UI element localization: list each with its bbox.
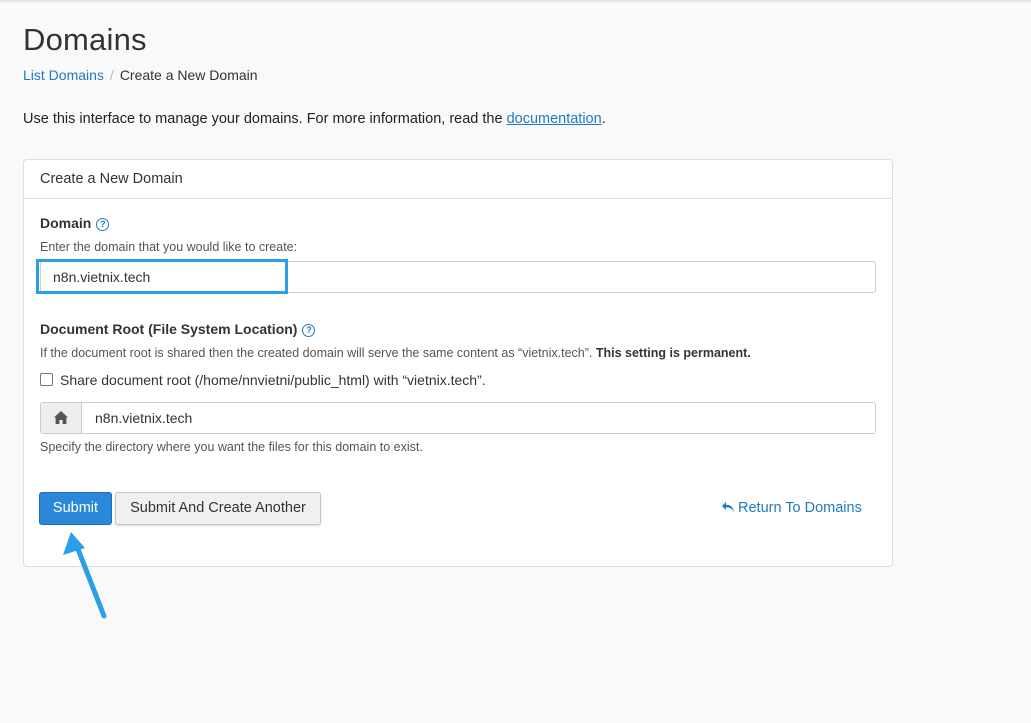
- breadcrumb: List Domains / Create a New Domain: [23, 67, 258, 83]
- top-border: [0, 0, 1031, 2]
- share-docroot-row[interactable]: Share document root (/home/nnvietni/publ…: [40, 372, 486, 388]
- intro-text-body: Use this interface to manage your domain…: [23, 111, 507, 127]
- document-root-hint-text: If the document root is shared then the …: [40, 346, 593, 360]
- domain-label-text: Domain: [40, 215, 92, 231]
- share-docroot-checkbox[interactable]: [40, 373, 53, 386]
- documentation-link[interactable]: documentation: [507, 111, 602, 127]
- create-domain-panel: Create a New Domain Domain? Enter the do…: [23, 159, 893, 567]
- document-root-hint: If the document root is shared then the …: [40, 346, 751, 360]
- panel-title: Create a New Domain: [24, 160, 892, 199]
- breadcrumb-current: Create a New Domain: [119, 67, 258, 83]
- page-title: Domains: [23, 22, 147, 57]
- permanent-setting-note: This setting is permanent.: [595, 346, 751, 360]
- return-to-domains-label: Return To Domains: [738, 500, 862, 516]
- home-icon: [54, 411, 68, 424]
- document-root-label: Document Root (File System Location)?: [40, 321, 316, 337]
- breadcrumb-separator: /: [109, 67, 114, 83]
- question-circle-icon[interactable]: ?: [302, 324, 316, 337]
- breadcrumb-list-domains-link[interactable]: List Domains: [23, 67, 104, 83]
- document-root-input[interactable]: n8n.vietnix.tech: [95, 403, 192, 433]
- question-circle-icon[interactable]: ?: [96, 218, 110, 231]
- intro-text: Use this interface to manage your domain…: [23, 111, 606, 127]
- domain-hint: Enter the domain that you would like to …: [40, 240, 298, 254]
- intro-suffix: .: [601, 111, 606, 127]
- reply-icon: [722, 502, 734, 512]
- domain-label: Domain?: [40, 215, 110, 231]
- document-root-label-text: Document Root (File System Location): [40, 321, 298, 337]
- document-root-input-group[interactable]: n8n.vietnix.tech: [40, 402, 876, 434]
- document-root-help: Specify the directory where you want the…: [40, 440, 423, 454]
- domain-input[interactable]: n8n.vietnix.tech: [40, 261, 876, 293]
- submit-and-create-another-button[interactable]: Submit And Create Another: [115, 492, 321, 525]
- pointer-arrow-annotation: [63, 532, 107, 619]
- return-to-domains-link[interactable]: Return To Domains: [721, 500, 862, 516]
- submit-button[interactable]: Submit: [39, 492, 112, 525]
- share-docroot-label: Share document root (/home/nnvietni/publ…: [60, 372, 486, 388]
- home-addon: [41, 403, 82, 433]
